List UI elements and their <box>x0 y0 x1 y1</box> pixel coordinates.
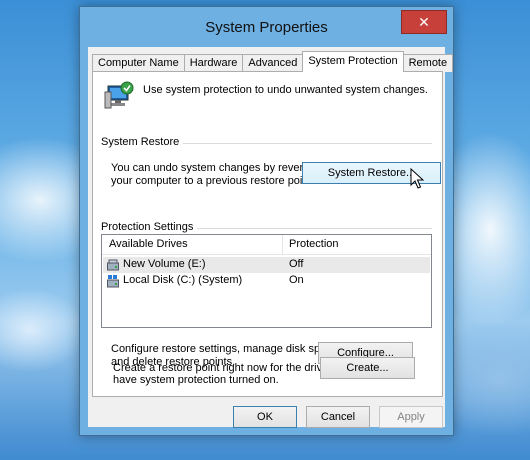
drive-row-new-volume[interactable]: New Volume (E:) Off <box>103 257 430 273</box>
window-title: System Properties <box>205 19 328 36</box>
ok-button[interactable]: OK <box>233 406 297 428</box>
tab-remote[interactable]: Remote <box>402 54 454 72</box>
title-bar[interactable]: System Properties ✕ <box>80 7 453 47</box>
tab-computer-name[interactable]: Computer Name <box>92 54 185 72</box>
drive-protection-status: On <box>289 274 304 286</box>
tab-system-protection[interactable]: System Protection <box>302 51 404 72</box>
tab-advanced[interactable]: Advanced <box>242 54 304 72</box>
column-header-protection[interactable]: Protection <box>289 238 339 250</box>
cancel-button[interactable]: Cancel <box>306 406 370 428</box>
drives-list-header: Available Drives Protection <box>102 235 431 255</box>
system-protection-icon <box>104 81 134 109</box>
drive-row-local-disk[interactable]: Local Disk (C:) (System) On <box>103 273 430 289</box>
intro-text: Use system protection to undo unwanted s… <box>143 84 428 96</box>
column-divider <box>282 235 283 255</box>
tab-hardware[interactable]: Hardware <box>183 54 244 72</box>
drive-protection-status: Off <box>289 258 304 270</box>
system-drive-icon <box>107 275 119 288</box>
protection-settings-divider <box>193 228 432 229</box>
configure-description-line1: Configure restore settings, manage disk … <box>111 343 341 355</box>
system-restore-group-label: System Restore <box>101 136 184 148</box>
create-description-line2: have system protection turned on. <box>113 374 279 386</box>
protection-settings-group-label: Protection Settings <box>101 221 198 233</box>
tab-strip: Computer Name Hardware Advanced System P… <box>92 50 454 72</box>
mouse-pointer-icon <box>410 168 424 189</box>
system-restore-divider <box>183 143 432 144</box>
apply-button[interactable]: Apply <box>379 406 443 428</box>
close-icon: ✕ <box>418 14 430 30</box>
column-header-available-drives[interactable]: Available Drives <box>109 238 188 250</box>
drives-list[interactable]: Available Drives Protection New Volume (… <box>101 234 432 328</box>
close-button[interactable]: ✕ <box>401 10 447 34</box>
removable-drive-icon <box>107 259 119 271</box>
drive-name: New Volume (E:) <box>123 258 206 270</box>
drive-name: Local Disk (C:) (System) <box>123 274 243 286</box>
system-restore-description-line2: your computer to a previous restore poin… <box>111 175 315 187</box>
create-button[interactable]: Create... <box>320 357 415 379</box>
system-protection-panel: Use system protection to undo unwanted s… <box>92 71 443 397</box>
system-restore-description-line1: You can undo system changes by reverting <box>111 162 321 174</box>
